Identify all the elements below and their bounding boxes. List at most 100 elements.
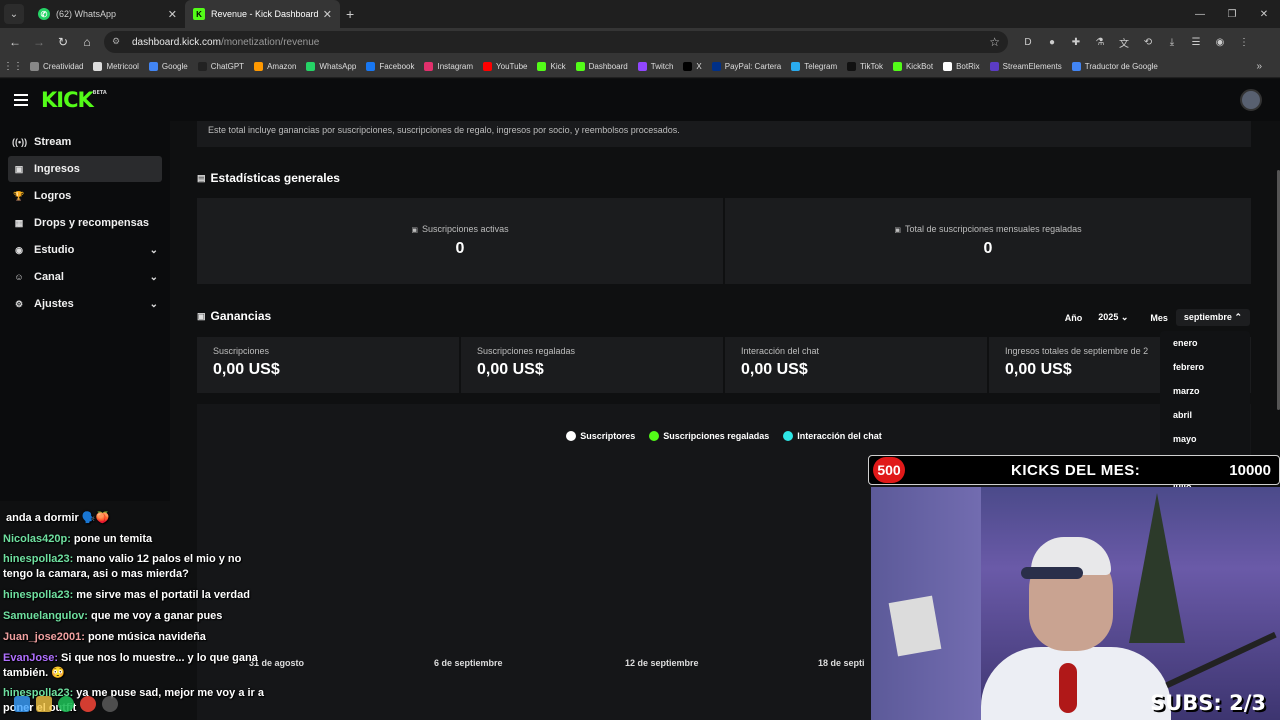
- chat-message: Nicolas420p: pone un temita: [3, 533, 153, 545]
- kick-logo[interactable]: KICK BETA: [41, 88, 107, 112]
- month-option[interactable]: marzo: [1160, 379, 1250, 403]
- bookmark-icon: [711, 62, 721, 71]
- new-tab-icon[interactable]: +: [346, 6, 354, 22]
- earning-gifted: Suscripciones regaladas 0,00 US$: [461, 337, 723, 393]
- legend-subscribers[interactable]: Suscriptores: [566, 431, 635, 441]
- month-option[interactable]: enero: [1160, 331, 1250, 355]
- bookmark-label: StreamElements: [1002, 62, 1062, 71]
- bookmark-telegram[interactable]: Telegram: [791, 62, 837, 71]
- address-bar[interactable]: ⚙ dashboard.kick.com/monetization/revenu…: [104, 31, 1008, 53]
- explorer-icon[interactable]: [36, 696, 52, 712]
- sidebar-item-logros[interactable]: 🏆 Logros: [8, 183, 162, 209]
- legend-dot-icon: [649, 431, 660, 441]
- extension-flask-icon[interactable]: ⚗: [1088, 37, 1112, 48]
- bookmark-icon: [30, 62, 39, 71]
- month-option[interactable]: febrero: [1160, 355, 1250, 379]
- apps-grid-icon[interactable]: ⋮⋮: [0, 61, 26, 72]
- site-settings-icon[interactable]: ⚙: [112, 36, 124, 48]
- bookmark-icon: [366, 62, 376, 71]
- sidebar-item-estudio[interactable]: ◉ Estudio ⌄: [8, 237, 162, 263]
- month-option[interactable]: abril: [1160, 403, 1250, 427]
- bookmark-paypal-cartera[interactable]: PayPal: Cartera: [711, 62, 781, 71]
- bookmark-whatsapp[interactable]: WhatsApp: [306, 62, 356, 71]
- month-option[interactable]: mayo: [1160, 427, 1250, 451]
- earning-value: 0,00 US$: [477, 361, 544, 378]
- sidebar-item-canal[interactable]: ☺ Canal ⌄: [8, 264, 162, 290]
- bookmark-metricool[interactable]: Metricool: [93, 62, 139, 71]
- obs-icon[interactable]: [102, 696, 118, 712]
- reload-icon[interactable]: ↻: [51, 35, 75, 49]
- bookmark-kick[interactable]: Kick: [537, 62, 566, 71]
- bookmark-label: YouTube: [496, 62, 528, 71]
- webcam-feed: SUBS: 2/3: [871, 487, 1280, 720]
- bookmark-star-icon[interactable]: ☆: [989, 35, 1000, 49]
- legend-chat[interactable]: Interacción del chat: [783, 431, 882, 441]
- bookmark-botrix[interactable]: BotRix: [943, 62, 980, 71]
- sidebar-item-label: Estudio: [34, 244, 75, 256]
- bookmark-label: WhatsApp: [319, 62, 357, 71]
- bookmark-facebook[interactable]: Facebook: [366, 62, 414, 71]
- close-tab-icon[interactable]: ✕: [323, 8, 332, 21]
- bookmark-icon: [892, 62, 902, 71]
- more-menu-icon[interactable]: ⋮: [1232, 37, 1256, 48]
- chevron-down-icon: ⌄: [149, 271, 158, 283]
- christmas-tree: [1129, 493, 1185, 643]
- bookmark-tiktok[interactable]: TikTok: [847, 62, 883, 71]
- bookmark-kickbot[interactable]: KickBot: [892, 62, 933, 71]
- bookmark-chatgpt[interactable]: ChatGPT: [197, 62, 244, 71]
- bookmark-traductor-de-google[interactable]: Traductor de Google: [1071, 62, 1158, 71]
- forward-icon[interactable]: →: [27, 35, 51, 49]
- bookmark-icon: [254, 62, 264, 71]
- more-bookmarks-icon[interactable]: »: [1256, 61, 1262, 72]
- close-window-icon[interactable]: ✕: [1248, 0, 1280, 28]
- bookmark-amazon[interactable]: Amazon: [254, 62, 296, 71]
- bookmark-youtube[interactable]: YouTube: [483, 62, 527, 71]
- bookmark-dashboard[interactable]: Dashboard: [575, 62, 628, 71]
- windows-icon[interactable]: [14, 696, 30, 712]
- sidebar-item-ajustes[interactable]: ⚙ Ajustes ⌄: [8, 291, 162, 317]
- home-icon[interactable]: ⌂: [75, 35, 99, 49]
- minimize-icon[interactable]: —: [1184, 0, 1216, 28]
- bookmark-google[interactable]: Google: [148, 62, 188, 71]
- bookmark-instagram[interactable]: Instagram: [424, 62, 473, 71]
- sidebar-item-drops-y-recompensas[interactable]: ▦ Drops y recompensas: [8, 210, 162, 236]
- sidebar-item-ingresos[interactable]: ▣ Ingresos: [8, 156, 162, 182]
- bookmark-creatividad[interactable]: Creatividad: [30, 62, 83, 71]
- tab-kick-dashboard[interactable]: K Revenue - Kick Dashboard ✕: [185, 0, 340, 28]
- extension-puzzle-icon[interactable]: ✚: [1064, 37, 1088, 48]
- spotify-icon[interactable]: [58, 696, 74, 712]
- chevron-down-icon: ⌄: [149, 298, 158, 310]
- gift-icon: ▦: [14, 217, 24, 228]
- bookmark-label: X: [696, 62, 702, 71]
- bookmark-x[interactable]: X: [683, 62, 702, 71]
- hamburger-menu-icon[interactable]: [14, 94, 28, 106]
- extension-translate-icon[interactable]: 文: [1112, 35, 1136, 50]
- chrome-icon[interactable]: [80, 696, 96, 712]
- year-select[interactable]: 2025 ⌄: [1090, 309, 1136, 326]
- restore-icon[interactable]: ❐: [1216, 0, 1248, 28]
- user-avatar[interactable]: [1240, 89, 1262, 111]
- trophy-icon: 🏆: [13, 190, 25, 201]
- bookmark-icon: [306, 62, 316, 71]
- close-tab-icon[interactable]: ✕: [168, 8, 177, 21]
- bookmark-icon: [847, 62, 857, 71]
- tab-label: (62) WhatsApp: [56, 9, 117, 19]
- browser-tabbar: ⌄ ✆ (62) WhatsApp ✕ K Revenue - Kick Das…: [0, 0, 1280, 28]
- media-icon[interactable]: ☰: [1184, 37, 1208, 48]
- bookmark-icon: [483, 62, 493, 71]
- stat-value: 0: [983, 240, 993, 257]
- sidebar-item-stream[interactable]: ((•)) Stream: [8, 129, 162, 155]
- extension-cookie-icon[interactable]: ●: [1040, 37, 1064, 48]
- tab-whatsapp[interactable]: ✆ (62) WhatsApp ✕: [30, 0, 185, 28]
- history-icon[interactable]: ⟲: [1136, 37, 1160, 48]
- extension-d-icon[interactable]: D: [1016, 37, 1040, 48]
- kick-header: KICK BETA: [0, 79, 1280, 121]
- month-select[interactable]: septiembre ⌃: [1175, 309, 1250, 326]
- legend-gifted[interactable]: Suscripciones regaladas: [649, 431, 769, 441]
- bookmark-twitch[interactable]: Twitch: [637, 62, 673, 71]
- bookmark-streamelements[interactable]: StreamElements: [989, 62, 1062, 71]
- download-icon[interactable]: ⤓: [1160, 37, 1184, 48]
- back-icon[interactable]: ←: [3, 35, 27, 49]
- profile-avatar-icon[interactable]: ◉: [1208, 37, 1232, 48]
- tab-search-icon[interactable]: ⌄: [4, 4, 24, 24]
